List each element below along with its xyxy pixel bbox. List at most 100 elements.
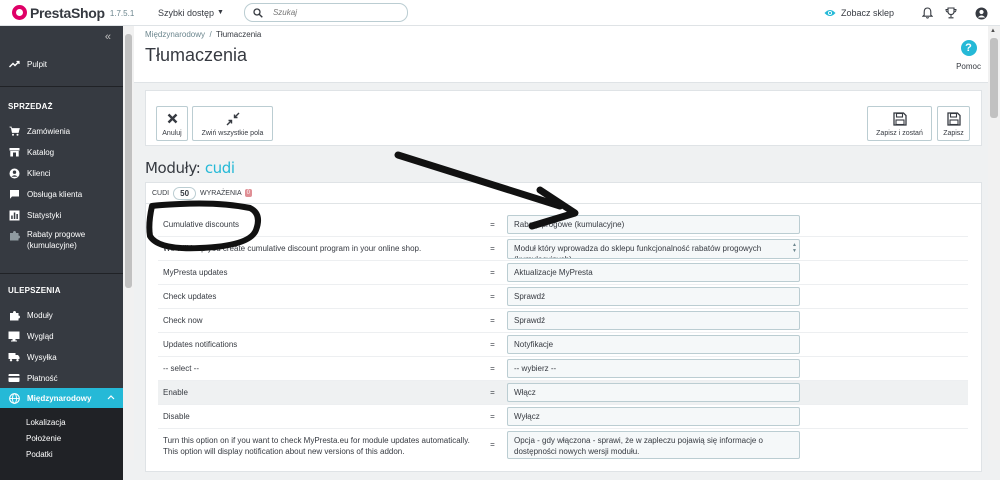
translation-input[interactable]: Wyłącz xyxy=(507,407,800,426)
chat-icon xyxy=(8,188,20,200)
logo-text: PrestaShop xyxy=(30,4,105,21)
collapse-all-label: Zwiń wszystkie pola xyxy=(201,129,264,137)
sidebar-item-label: Moduły xyxy=(27,310,53,320)
sidebar-item-label: Płatność xyxy=(27,373,58,383)
sidebar-subitem-locations[interactable]: Położenie xyxy=(26,434,61,443)
sidebar-item-shipping[interactable]: Wysyłka xyxy=(0,350,123,364)
translation-input[interactable]: Sprawdź xyxy=(507,287,800,306)
translation-input[interactable]: Notyfikacje xyxy=(507,335,800,354)
sidebar-item-orders[interactable]: Zamówienia xyxy=(0,124,123,138)
floppy-disk-icon xyxy=(946,111,961,127)
help-icon: ? xyxy=(960,40,977,56)
source-text: Disable xyxy=(163,412,190,421)
globe-icon xyxy=(8,392,20,404)
sidebar-item-catalog[interactable]: Katalog xyxy=(0,145,123,159)
sidebar-item-cumulative-discounts[interactable]: Rabaty progowe (kumulacyjne) xyxy=(0,229,123,255)
trending-up-icon xyxy=(8,58,20,70)
source-text: Enable xyxy=(163,388,188,397)
expressions-count: 50 xyxy=(173,186,197,200)
source-text: Turn this option on if you want to check… xyxy=(163,436,470,456)
divider xyxy=(0,273,123,274)
monitor-icon xyxy=(8,330,20,342)
scrollbar-thumb[interactable] xyxy=(990,38,998,118)
search-input[interactable] xyxy=(272,8,393,17)
help-button[interactable]: ? Pomoc xyxy=(956,40,981,71)
sidebar-item-label: Międzynarodowy xyxy=(27,393,92,403)
source-text: -- select -- xyxy=(163,364,199,373)
spinner-arrows-icon[interactable]: ▲ ▼ xyxy=(792,242,797,254)
close-icon xyxy=(167,111,178,127)
sidebar-item-customers[interactable]: Klienci xyxy=(0,166,123,180)
quick-access-dropdown[interactable]: Szybki dostęp ▼ xyxy=(158,8,224,18)
user-account-icon[interactable] xyxy=(974,6,988,20)
equals-sign: = xyxy=(490,440,495,449)
translation-textarea[interactable]: Opcja - gdy włączona - sprawi, że w zapl… xyxy=(507,431,800,459)
equals-sign: = xyxy=(490,388,495,397)
translation-input[interactable]: Aktualizacje MyPresta xyxy=(507,263,800,282)
sidebar-item-payment[interactable]: Płatność xyxy=(0,371,123,385)
scrollbar-thumb[interactable] xyxy=(125,34,132,288)
sidebar: « Pulpit SPRZEDAŻ Zamówienia Katalog Kli… xyxy=(0,26,123,480)
sidebar-item-stats[interactable]: Statystyki xyxy=(0,208,123,222)
puzzle-icon xyxy=(8,229,20,241)
sidebar-scrollbar[interactable] xyxy=(123,26,134,460)
expressions-label: WYRAŻENIA xyxy=(200,189,242,197)
sidebar-item-modules[interactable]: Moduły xyxy=(0,308,123,322)
module-name: cudi xyxy=(204,159,235,177)
source-text: We will help you create cumulative disco… xyxy=(163,244,422,253)
cancel-label: Anuluj xyxy=(162,129,182,137)
breadcrumb-parent[interactable]: Międzynarodowy xyxy=(145,30,205,39)
account-circle-icon xyxy=(8,167,20,179)
collapse-sidebar-icon[interactable]: « xyxy=(105,31,111,43)
sidebar-subitem-localization[interactable]: Lokalizacja xyxy=(26,418,66,427)
sidebar-subitem-taxes[interactable]: Podatki xyxy=(26,450,53,459)
prestashop-logo[interactable]: PrestaShop 1.7.5.1 xyxy=(12,5,138,21)
page-title: Tłumaczenia xyxy=(145,45,248,65)
toolbar-panel: Anuluj Zwiń wszystkie pola Zapisz i zost… xyxy=(145,90,982,146)
sidebar-item-international[interactable]: Międzynarodowy xyxy=(0,388,123,408)
translation-input[interactable]: Włącz xyxy=(507,383,800,402)
translation-input[interactable]: Rabaty progowe (kumulacyjne) xyxy=(507,215,800,234)
sidebar-item-customer-service[interactable]: Obsługa klienta xyxy=(0,187,123,201)
translation-textarea[interactable]: Moduł który wprowadza do sklepu funkcjon… xyxy=(507,238,800,259)
translation-input[interactable]: -- wybierz -- xyxy=(507,359,800,378)
sidebar-item-label: Pulpit xyxy=(27,59,48,69)
truck-icon xyxy=(8,351,20,363)
top-header: PrestaShop 1.7.5.1 Szybki dostęp ▼ Zobac… xyxy=(0,0,1000,26)
module-tab-name: CUDI xyxy=(152,189,170,197)
save-button[interactable]: Zapisz xyxy=(937,106,970,141)
sidebar-item-design[interactable]: Wygląd xyxy=(0,329,123,343)
save-label: Zapisz xyxy=(943,129,964,137)
table-row: Updates notifications = Notyfikacje xyxy=(158,333,968,357)
sidebar-item-dashboard[interactable]: Pulpit xyxy=(0,56,123,72)
sidebar-item-label: Wysyłka xyxy=(27,352,57,362)
chevron-up-icon xyxy=(107,393,115,402)
source-text: MyPresta updates xyxy=(163,268,228,277)
search-box[interactable] xyxy=(243,3,408,22)
panel-heading: CUDI 50 WYRAŻENIA 0 xyxy=(146,183,981,204)
save-and-stay-label: Zapisz i zostań xyxy=(876,129,923,137)
breadcrumb-current: Tłumaczenia xyxy=(216,30,262,39)
sidebar-item-label: Wygląd xyxy=(27,331,54,341)
compress-icon xyxy=(226,111,240,127)
translation-text: Moduł który wprowadza do sklepu funkcjon… xyxy=(514,243,762,258)
prestashop-logo-icon xyxy=(12,5,27,20)
collapse-all-button[interactable]: Zwiń wszystkie pola xyxy=(192,106,273,141)
page-scrollbar[interactable]: ▲ xyxy=(988,26,1000,460)
save-and-stay-button[interactable]: Zapisz i zostań xyxy=(867,106,932,141)
source-text: Check updates xyxy=(163,292,217,301)
bell-icon[interactable] xyxy=(920,6,934,20)
sidebar-item-label: Obsługa klienta xyxy=(27,189,83,199)
sidebar-item-label: Katalog xyxy=(27,147,55,157)
cancel-button[interactable]: Anuluj xyxy=(156,106,188,141)
table-row: MyPresta updates = Aktualizacje MyPresta xyxy=(158,261,968,285)
translation-input[interactable]: Sprawdź xyxy=(507,311,800,330)
table-row: Check updates = Sprawdź xyxy=(158,285,968,309)
sidebar-item-label: Rabaty progowe (kumulacyjne) xyxy=(27,229,85,251)
bar-chart-icon xyxy=(8,209,20,221)
view-shop-link[interactable]: Zobacz sklep xyxy=(824,8,894,18)
source-text: Updates notifications xyxy=(163,340,238,349)
eye-icon xyxy=(824,10,836,16)
trophy-icon[interactable] xyxy=(944,6,958,20)
scroll-up-icon[interactable]: ▲ xyxy=(990,28,996,34)
